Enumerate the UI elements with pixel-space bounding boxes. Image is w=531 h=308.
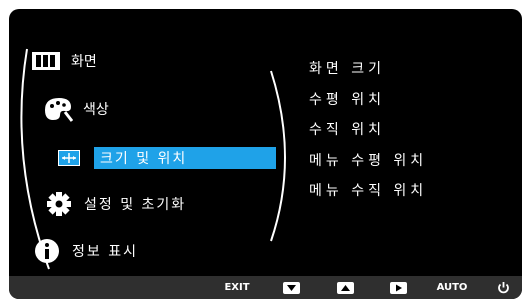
picture-icon [31, 47, 61, 75]
submenu-item-menu-h-position[interactable]: 메뉴 수평 위치 [309, 150, 427, 170]
power-icon [497, 282, 509, 294]
menu-item-picture[interactable]: 화면 [31, 47, 97, 75]
menu-item-label: 설정 및 초기화 [84, 197, 187, 213]
submenu-item-image-size[interactable]: 화면 크기 [309, 58, 385, 78]
menu-item-label: 색상 [83, 102, 109, 118]
down-arrow-button[interactable] [283, 282, 300, 294]
gear-icon [44, 190, 74, 218]
palette-icon [43, 95, 73, 123]
submenu-item-menu-v-position[interactable]: 메뉴 수직 위치 [309, 180, 427, 200]
menu-item-color[interactable]: 색상 [43, 95, 109, 123]
menu-item-label: 화면 [71, 54, 97, 70]
right-arrow-icon [396, 284, 402, 292]
size-position-icon [54, 144, 84, 172]
osd-menu: 화면 색상 크기 및 위치 설정 및 초기화 정보 표시 화면 크기 수평 위치… [9, 9, 522, 299]
menu-item-setup-reset[interactable]: 설정 및 초기화 [44, 190, 186, 218]
up-arrow-button[interactable] [337, 282, 354, 294]
info-icon [32, 237, 62, 265]
power-button[interactable] [495, 280, 511, 295]
submenu-item-v-position[interactable]: 수직 위치 [309, 119, 385, 139]
menu-item-size-position[interactable]: 크기 및 위치 [54, 144, 276, 172]
up-arrow-icon [341, 285, 350, 291]
menu-item-information[interactable]: 정보 표시 [32, 237, 138, 265]
menu-item-label: 정보 표시 [72, 244, 138, 260]
submenu-item-h-position[interactable]: 수평 위치 [309, 89, 385, 109]
down-arrow-icon [287, 285, 296, 291]
enter-button[interactable] [390, 282, 407, 294]
bottom-control-bar: EXIT AUTO [9, 276, 522, 299]
auto-button[interactable]: AUTO [436, 280, 468, 295]
menu-item-label: 크기 및 위치 [94, 147, 276, 169]
exit-button[interactable]: EXIT [223, 280, 251, 295]
